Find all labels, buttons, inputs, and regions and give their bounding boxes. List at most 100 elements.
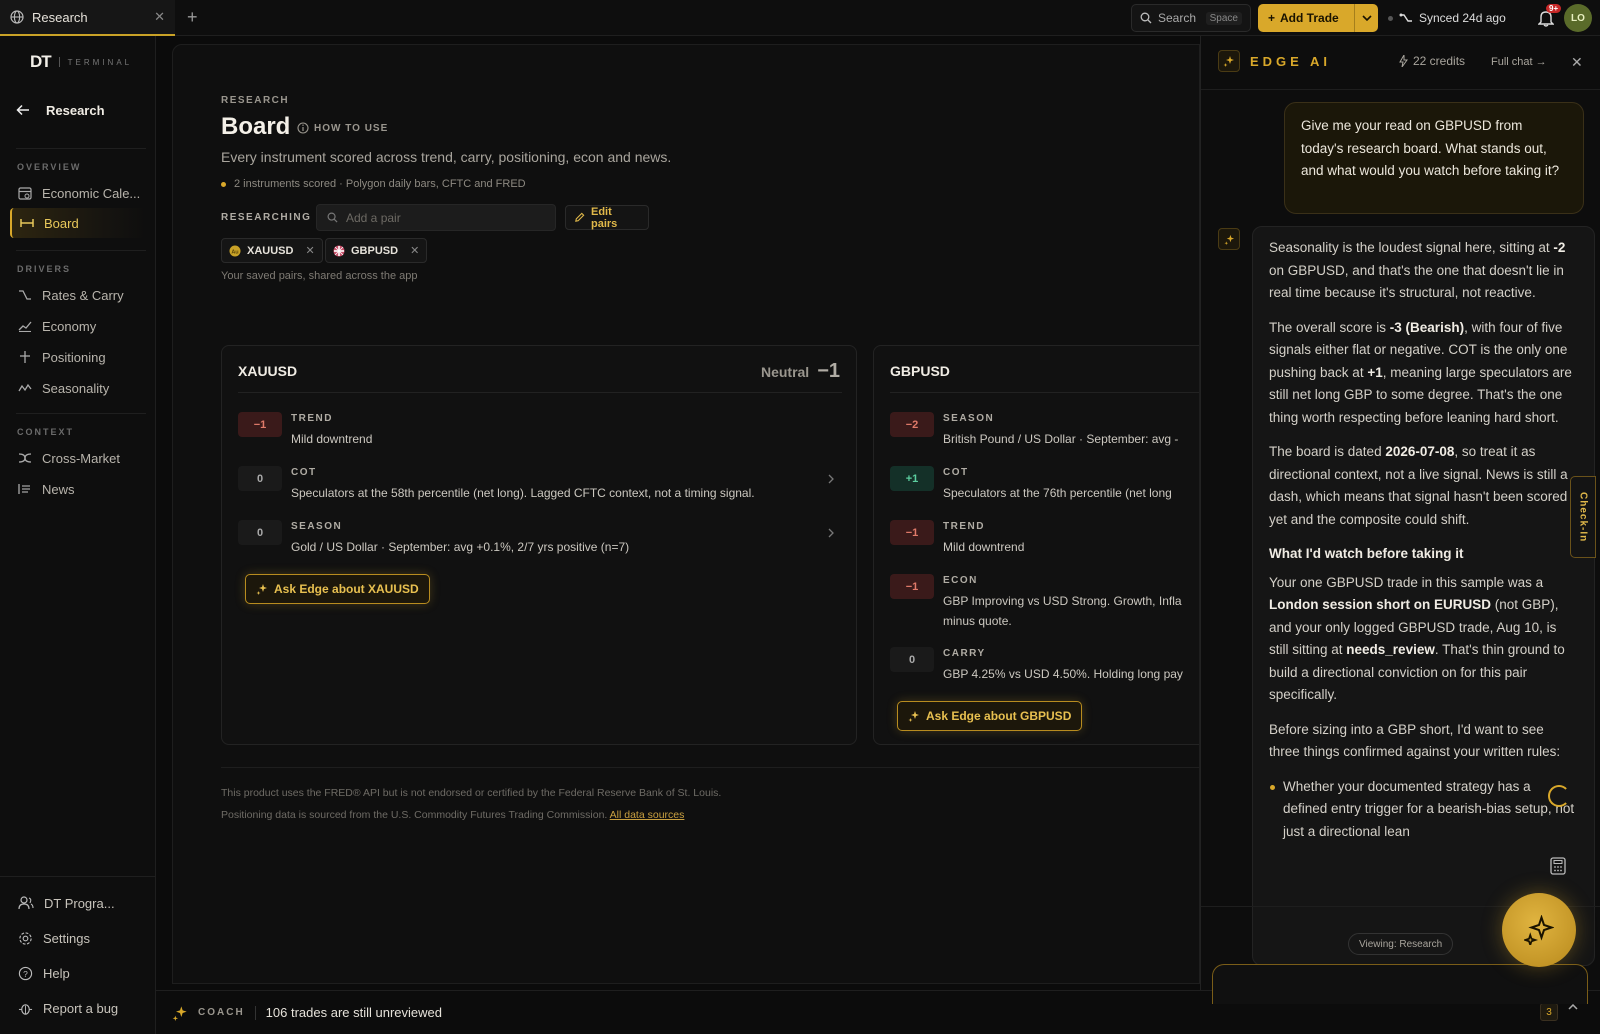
sidebar-item-board[interactable]: Board [10, 208, 146, 238]
close-icon[interactable]: ✕ [1571, 54, 1583, 71]
search-icon [327, 212, 338, 223]
signal-row[interactable]: +1 COT Speculators at the 76th percentil… [890, 466, 1199, 516]
calendar-icon [18, 186, 32, 200]
search-button[interactable]: Search Space [1131, 4, 1251, 32]
sidebar-item-label: News [42, 481, 75, 497]
signal-score: 0 [238, 520, 282, 545]
how-to-use-link[interactable]: HOW TO USE [297, 122, 388, 134]
rates-icon [18, 289, 32, 301]
status-dot [221, 181, 226, 187]
close-tab-icon[interactable]: ✕ [154, 9, 165, 25]
signal-row[interactable]: −2 SEASON British Pound / US Dollar · Se… [890, 412, 1199, 462]
chevron-right-icon[interactable] [828, 528, 834, 538]
signal-score: +1 [890, 466, 934, 491]
remove-chip-icon[interactable]: ✕ [305, 244, 314, 257]
ask-edge-gbpusd-button[interactable]: Ask Edge about GBPUSD [897, 701, 1083, 731]
sidebar-item-label: Rates & Carry [42, 287, 124, 303]
logo: DT TERMINAL [30, 52, 132, 72]
message-paragraph: The overall score is -3 (Bearish), with … [1269, 319, 1572, 425]
bias-label: Neutral [760, 364, 810, 380]
chip-label: XAUUSD [247, 244, 294, 257]
chip-label: GBPUSD [351, 244, 399, 257]
sidebar-item-positioning[interactable]: Positioning [10, 342, 146, 372]
card-title: GBPUSD [890, 363, 950, 379]
add-trade-button[interactable]: + Add Trade [1258, 4, 1378, 32]
remove-chip-icon[interactable]: ✕ [410, 244, 419, 257]
all-data-sources-link[interactable]: All data sources [610, 809, 685, 821]
ask-edge-xauusd-button[interactable]: Ask Edge about XAUUSD [245, 574, 430, 604]
coach-label: COACH [198, 1007, 245, 1018]
sidebar-item-seasonality[interactable]: Seasonality [10, 373, 146, 403]
edge-ai-fab[interactable] [1502, 893, 1576, 967]
sidebar-item-label: Economy [42, 318, 97, 334]
sparkle-icon [1524, 915, 1554, 945]
signal-label: ECON [943, 575, 978, 586]
check-in-label: Check-In [1577, 491, 1589, 543]
chevron-up-icon[interactable] [1568, 1004, 1578, 1010]
list-item: Whether your documented strategy has a d… [1270, 776, 1578, 844]
add-pair-input[interactable]: Add a pair [316, 204, 556, 231]
credits-text: 22 credits [1413, 54, 1466, 68]
check-in-tab[interactable]: Check-In [1570, 476, 1596, 558]
sidebar-item-news[interactable]: News [10, 474, 146, 504]
ask-edge-label: Ask Edge about GBPUSD [926, 709, 1072, 723]
sidebar-item-cross-market[interactable]: Cross-Market [10, 443, 146, 473]
sidebar-item-help[interactable]: ? Help [10, 958, 146, 988]
saved-pairs-note: Your saved pairs, shared across the app [221, 270, 418, 282]
sidebar-item-dt-program[interactable]: DT Progra... [10, 888, 146, 918]
message-paragraph: Before sizing into a GBP short, I'd want… [1269, 721, 1561, 760]
sparkle-icon [908, 710, 920, 722]
signal-row[interactable]: −1 TREND Mild downtrend [238, 412, 818, 462]
search-shortcut: Space [1205, 11, 1242, 25]
gold-coin-icon: Au [229, 245, 241, 257]
sidebar-item-label: Report a bug [43, 1000, 119, 1016]
sidebar-item-label: Positioning [42, 349, 106, 365]
search-label: Search [1158, 11, 1197, 25]
user-message: Give me your read on GBPUSD from today's… [1284, 102, 1584, 214]
signal-row[interactable]: 0 SEASON Gold / US Dollar · September: a… [238, 520, 834, 570]
signal-desc-cont: minus quote. [943, 614, 1012, 628]
signal-row[interactable]: 0 CARRY GBP 4.25% vs USD 4.50%. Holding … [890, 647, 1199, 697]
signal-label: COT [291, 467, 317, 478]
add-trade-dropdown[interactable] [1354, 4, 1378, 32]
signal-label: COT [943, 467, 969, 478]
svg-text:Au: Au [231, 249, 238, 255]
full-chat-link[interactable]: Full chat → [1491, 56, 1547, 68]
sidebar-item-economic-calendar[interactable]: Economic Cale... [10, 178, 146, 208]
uk-flag-icon [333, 245, 345, 257]
edit-pairs-button[interactable]: Edit pairs [565, 205, 649, 230]
sidebar-item-settings[interactable]: Settings [10, 923, 146, 953]
tab-research[interactable]: Research ✕ [0, 0, 175, 36]
chevron-right-icon[interactable] [828, 474, 834, 484]
signal-row[interactable]: −1 ECON GBP Improving vs USD Strong. Gro… [890, 574, 1199, 644]
sync-label: Synced 24d ago [1419, 11, 1506, 25]
back-button[interactable]: Research [16, 94, 146, 126]
breadcrumb: RESEARCH [221, 95, 290, 106]
cross-market-icon [18, 452, 32, 464]
new-tab-button[interactable]: + [187, 8, 207, 28]
avatar[interactable]: LO [1564, 4, 1592, 32]
sidebar-item-label: Help [43, 965, 70, 981]
sidebar-item-economy[interactable]: Economy [10, 311, 146, 341]
sidebar-item-label: Cross-Market [42, 450, 121, 466]
sidebar-item-rates-carry[interactable]: Rates & Carry [10, 280, 146, 310]
message-paragraph: Your one GBPUSD trade in this sample was… [1269, 574, 1565, 703]
tab-title: Research [32, 9, 88, 25]
add-trade-label: Add Trade [1280, 11, 1339, 25]
instrument-card-xauusd: XAUUSD Neutral −1 −1 TREND Mild downtren… [221, 345, 857, 745]
sidebar-item-label: DT Progra... [44, 895, 115, 911]
pair-chip-xauusd[interactable]: Au XAUUSD ✕ [221, 238, 323, 263]
pair-chip-gbpusd[interactable]: GBPUSD ✕ [325, 238, 428, 263]
sidebar-item-report-bug[interactable]: Report a bug [10, 993, 146, 1023]
calculator-icon[interactable] [1544, 852, 1572, 880]
edit-pairs-label: Edit pairs [591, 205, 618, 230]
sync-status[interactable]: Synced 24d ago [1388, 4, 1506, 32]
back-label: Research [46, 102, 105, 118]
signal-row[interactable]: −1 TREND Mild downtrend [890, 520, 1199, 570]
chat-input[interactable] [1212, 964, 1588, 1004]
signal-row[interactable]: 0 COT Speculators at the 58th percentile… [238, 466, 834, 516]
sidebar-item-label: Economic Cale... [42, 185, 141, 201]
message-paragraph: Seasonality is the loudest signal here, … [1269, 240, 1566, 300]
section-context: CONTEXT [17, 427, 75, 437]
top-bar: Research ✕ + Search Space + Add Trade Syn… [0, 0, 1600, 36]
